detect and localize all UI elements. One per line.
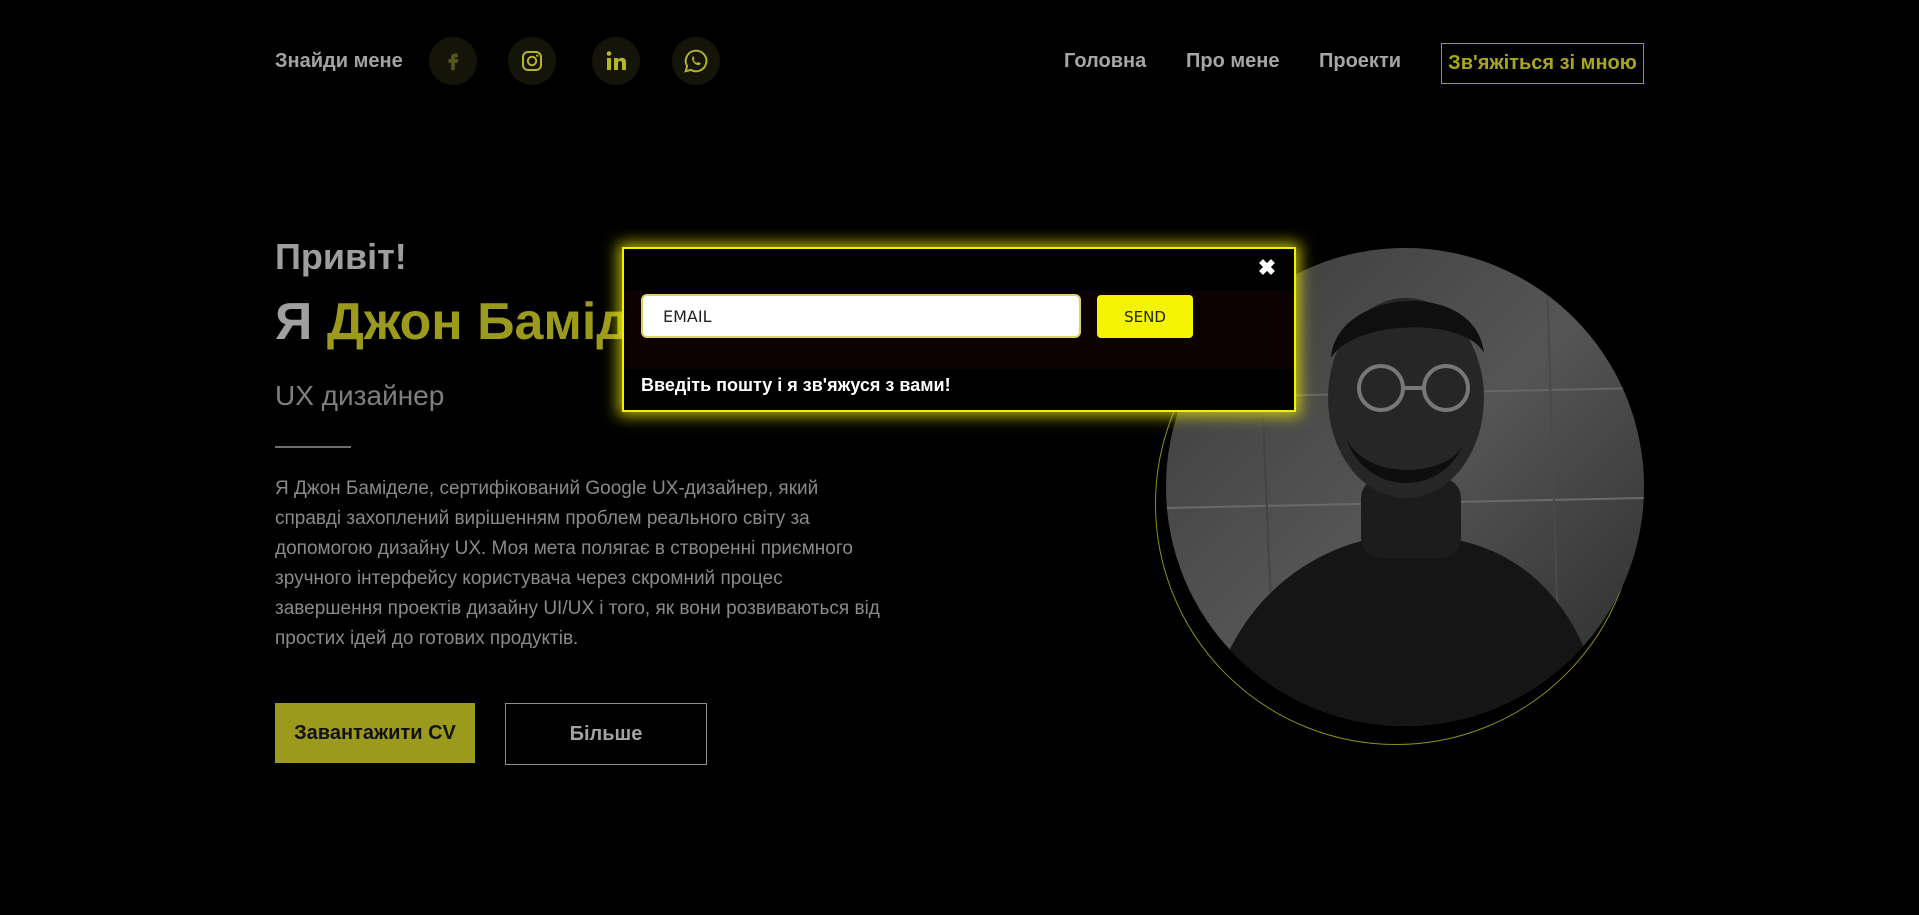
divider <box>275 446 351 448</box>
role-subtitle: UX дизайнер <box>275 380 445 411</box>
nav-about[interactable]: Про мене <box>1186 50 1280 73</box>
close-icon[interactable]: ✖ <box>1256 257 1278 279</box>
nav-projects[interactable]: Проекти <box>1319 50 1401 73</box>
nav-home[interactable]: Головна <box>1064 50 1146 73</box>
greeting: Привіт! <box>275 236 407 277</box>
linkedin-link[interactable] <box>592 37 640 85</box>
nav-contact-button[interactable]: Зв'яжіться зі мною <box>1441 43 1644 84</box>
send-button[interactable]: SEND <box>1097 295 1193 338</box>
instagram-icon <box>522 51 542 71</box>
whatsapp-link[interactable] <box>672 37 720 85</box>
name-prefix: Я <box>275 293 313 351</box>
page: Знайди мене Головна Про мене Проекти Зв'… <box>0 0 1919 915</box>
instagram-link[interactable] <box>508 37 556 85</box>
email-field[interactable] <box>641 294 1081 338</box>
whatsapp-icon <box>684 49 708 73</box>
linkedin-icon <box>606 51 626 70</box>
modal-message: Введіть пошту і я зв'яжуся з вами! <box>641 375 951 395</box>
facebook-icon <box>448 53 459 71</box>
more-button[interactable]: Більше <box>505 703 707 765</box>
facebook-link[interactable] <box>429 37 477 85</box>
find-me-label: Знайди мене <box>275 50 403 72</box>
download-cv-button[interactable]: Завантажити CV <box>275 703 475 763</box>
email-modal: ✖ SEND Введіть пошту і я зв'яжуся з вами… <box>622 247 1296 412</box>
bio-paragraph: Я Джон Баміделе, сертифікований Google U… <box>275 478 880 649</box>
